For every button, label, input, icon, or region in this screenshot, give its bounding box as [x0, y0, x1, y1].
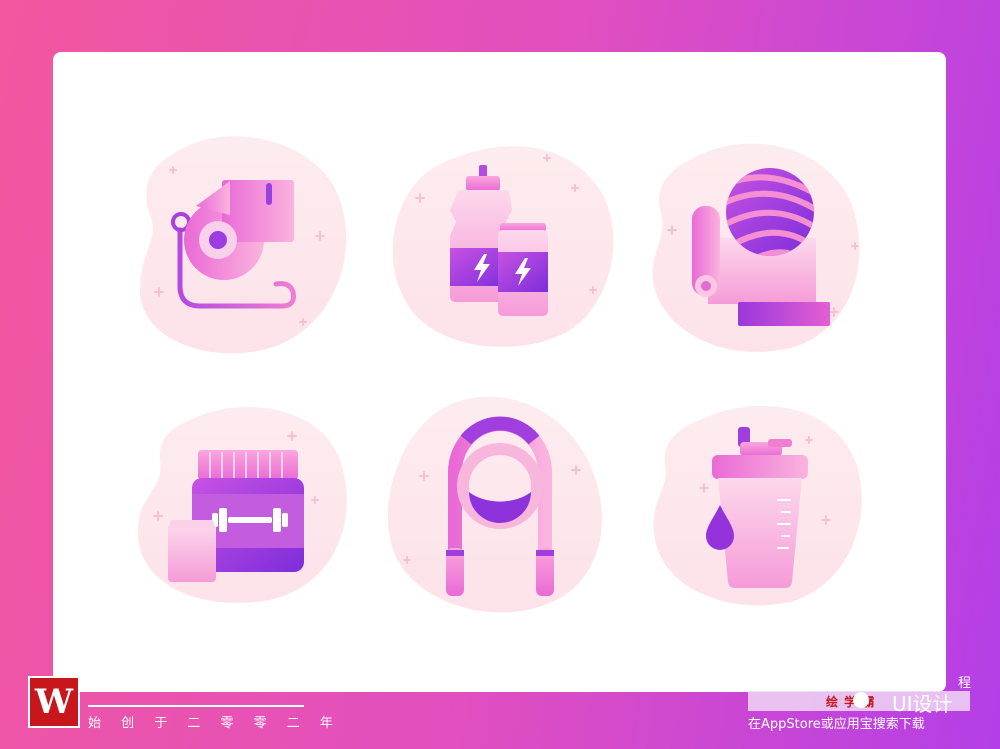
- water-bottle-and-can-icon: [392, 146, 614, 347]
- protein-jar-icon: [137, 407, 347, 603]
- whistle-icon: [140, 136, 347, 354]
- yoga-ball-and-mat-icon: [652, 143, 860, 352]
- bottle-cap: [466, 176, 500, 191]
- watermark-tagline: 始 创 于 二 零 零 二 年: [88, 716, 341, 731]
- handle-collar-left: [446, 550, 464, 556]
- shaker-cap-lip: [768, 439, 792, 447]
- page: W 始 创 于 二 零 零 二 年 程 绘 学 霸 UI设计 在AppStore…: [0, 0, 1000, 749]
- mat-bottom-roll: [738, 302, 830, 326]
- mat-roll-core: [701, 281, 711, 291]
- whistle-slot: [266, 183, 272, 205]
- cup-body: [168, 524, 216, 582]
- watermark-divider: [88, 705, 304, 707]
- fitness-icon-illustrations: [137, 136, 862, 613]
- jump-rope-icon: [387, 396, 602, 613]
- shaker-lid: [712, 455, 808, 479]
- whistle-chamber-dot: [209, 231, 227, 249]
- brand-logo: W: [28, 676, 80, 728]
- watermark-download-text: 在AppStore或应用宝搜索下载: [748, 717, 925, 732]
- shaker-bottle-icon: [653, 405, 862, 606]
- handle-collar-right: [536, 550, 554, 556]
- mascot-icon: [853, 692, 869, 708]
- watermark-corner-text: 程: [958, 676, 972, 691]
- cup-rim: [170, 520, 214, 528]
